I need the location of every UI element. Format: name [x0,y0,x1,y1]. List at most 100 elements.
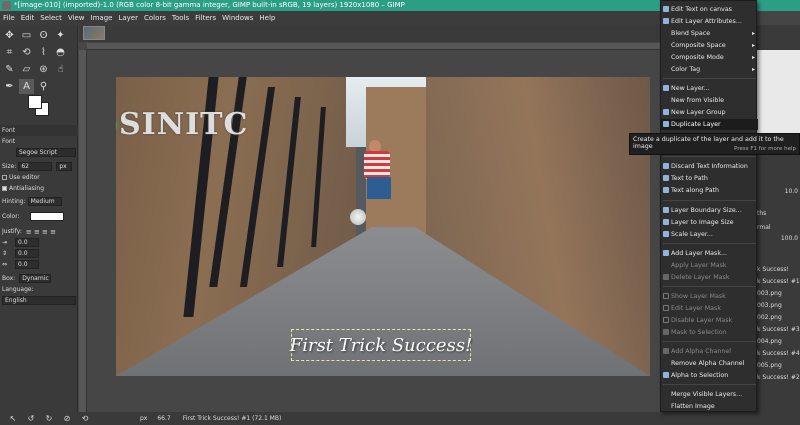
size-label: Size: [2,163,17,170]
menu-item[interactable]: Color Tag ▸ [661,64,758,75]
menubar-item[interactable]: Help [259,14,275,22]
indent-input[interactable]: 0.0 [15,238,40,247]
paintbrush-icon[interactable]: ✎ [2,62,17,77]
menubar-item[interactable]: Edit [21,14,35,22]
menu-item[interactable]: Composite Mode ▸ [661,52,758,63]
line-spacing-input[interactable]: 0.0 [15,249,40,258]
warp-icon[interactable]: ⌇ [36,45,51,60]
layer-row[interactable]: k Success! #3 [755,324,800,336]
layer-row[interactable]: k Success! [755,264,800,276]
foreground-color[interactable] [28,95,42,109]
layer-context-menu: Edit Text on canvas Edit Layer Attributes… [660,0,758,412]
menu-item[interactable]: Add Layer Mask... [661,248,758,259]
layer-row[interactable]: 003.png [755,288,800,300]
path-icon[interactable]: ✒ [2,79,17,94]
menu-item-label: Scale Layer... [671,231,713,238]
layer-row[interactable]: 004.png [755,336,800,348]
horizontal-ruler[interactable] [87,43,660,50]
layer-row[interactable]: k Success! #4 [755,348,800,360]
menu-item[interactable]: Remove Alpha Channel [661,358,758,369]
menu-item[interactable]: Duplicate Layer [661,119,758,130]
menubar-item[interactable]: Image [91,14,113,22]
zoom-select[interactable]: 66.7 [157,415,170,422]
menu-item[interactable]: New from Visible [661,95,758,106]
menu-item[interactable]: Edit Layer Attributes... [661,16,758,27]
unit-select[interactable]: px [140,415,147,422]
menu-item[interactable]: Layer Boundary Size... [661,205,758,216]
layer-row[interactable]: k Success! #2 [755,372,800,384]
smudge-icon[interactable]: ☝ [53,62,68,77]
rect-select-icon[interactable]: ▭ [19,28,34,43]
text-color-swatch[interactable] [29,212,64,221]
layer-opacity[interactable]: 100.0 [755,233,800,245]
dock-tabs[interactable]: ths [755,208,800,220]
menubar-item[interactable]: Filters [195,14,216,22]
menubar-item[interactable]: Layer [118,14,138,22]
menu-item-label: Apply Layer Mask [671,262,727,269]
photo-person-shorts [367,177,391,199]
fg-bg-colors[interactable] [28,95,50,117]
image-canvas[interactable]: SINITC First Trick Success! [116,77,650,376]
antialiasing-checkbox[interactable] [2,186,7,191]
letter-spacing-input[interactable]: 0.0 [15,260,40,269]
menu-item[interactable]: Discard Text Information [661,161,758,172]
layer-row[interactable]: k Success! #1 [755,276,800,288]
layer-row[interactable]: 005.png [755,360,800,372]
hinting-select[interactable]: Medium [27,197,62,206]
crop-icon[interactable]: ⌗ [2,45,17,60]
menu-item[interactable]: Layer to Image Size [661,217,758,228]
menu-item[interactable]: Merge Visible Layers... [661,389,758,400]
text-tool-icon[interactable]: A [19,79,34,94]
box-select[interactable]: Dynamic [19,274,52,283]
menu-item[interactable]: Composite Space ▸ [661,40,758,51]
menu-item[interactable]: Blend Space ▸ [661,28,758,39]
menu-item[interactable]: Text to Path [661,173,758,184]
move-tool-icon[interactable]: ✥ [2,28,17,43]
text-layer-caption[interactable]: First Trick Success! [290,329,472,361]
canvas-area[interactable]: SINITC First Trick Success! [79,25,660,412]
brushes-panel[interactable] [755,50,800,140]
font-input[interactable]: Segoe Script [16,148,76,157]
size-unit-select[interactable]: px [56,162,73,171]
status-layer-info: First Trick Success! #1 (72.1 MB) [182,415,282,422]
menubar-item[interactable]: View [68,14,85,22]
language-input[interactable]: English [2,296,76,305]
justify-icons[interactable]: ≡ ≡ ≡ ≡ [26,228,56,236]
menu-item[interactable]: Edit Text on canvas [661,4,758,15]
fuzzy-select-icon[interactable]: ✦ [53,28,68,43]
menu-item: Edit Layer Mask [661,303,758,314]
menu-item[interactable]: Flatten Image [661,401,758,412]
eraser-icon[interactable]: ▱ [19,62,34,77]
clone-icon[interactable]: ⊛ [36,62,51,77]
redo-icon[interactable]: ↻ [44,414,54,423]
delete-icon [663,274,669,280]
zoom-value[interactable]: 10.0 [755,186,800,198]
use-editor-checkbox[interactable] [2,175,7,180]
menubar-item[interactable]: Select [40,14,62,22]
transform-icon[interactable]: ⟲ [19,45,34,60]
image-tab-thumbnail[interactable] [83,26,105,40]
bucket-fill-icon[interactable]: ◓ [53,45,68,60]
layer-row[interactable]: 003.png [755,300,800,312]
menu-item-label: Mask to Selection [671,329,727,336]
lasso-icon[interactable]: ʘ [36,28,51,43]
menubar-item[interactable]: Tools [172,14,189,22]
zoom-icon[interactable]: ⚲ [36,79,51,94]
menu-item: Apply Layer Mask [661,260,758,271]
size-input[interactable]: 62 [18,162,53,171]
menu-item[interactable]: New Layer... [661,83,758,94]
menu-item[interactable]: Scale Layer... [661,229,758,240]
menubar-item[interactable]: Windows [222,14,253,22]
menubar-item[interactable]: File [3,14,15,22]
vertical-ruler[interactable] [79,50,87,412]
reset-icon[interactable]: ⊘ [62,414,72,423]
layer-row[interactable]: 002.png [755,312,800,324]
menu-item-label: Disable Layer Mask [671,317,733,324]
restore-icon[interactable]: ⟲ [80,414,90,423]
menu-item[interactable]: Text along Path [661,185,758,196]
menu-item[interactable]: Alpha to Selection [661,370,758,381]
menubar-item[interactable]: Colors [144,14,166,22]
menu-item[interactable]: New Layer Group [661,107,758,118]
undo-icon[interactable]: ↺ [26,414,36,423]
menu-item-label: Delete Layer Mask [671,274,730,281]
